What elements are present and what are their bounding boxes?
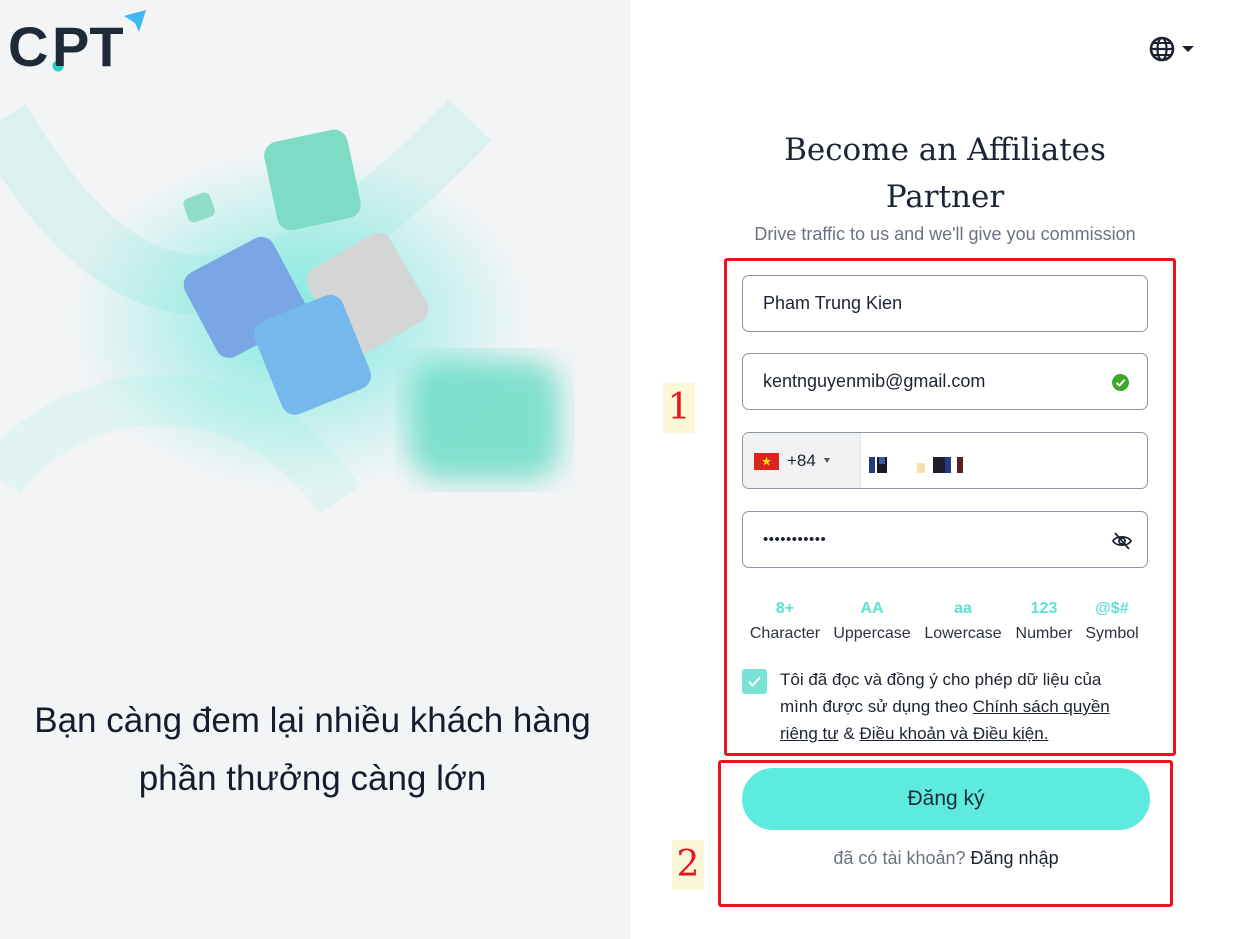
page-title: Become an Affiliates Partner: [784, 132, 1106, 215]
annotation-box-2: [718, 760, 1173, 907]
puzzle-illustration: [0, 60, 630, 540]
annotation-box-1: [724, 258, 1176, 756]
language-selector[interactable]: [1148, 35, 1200, 63]
signup-panel: Become an Affiliates Partner Drive traff…: [630, 0, 1260, 939]
left-panel: C PT Bạn càng đem lại nhiều khách hàng p…: [0, 0, 630, 939]
annotation-marker-1: 1: [663, 383, 695, 433]
slogan: Bạn càng đem lại nhiều khách hàng phần t…: [34, 701, 591, 798]
globe-icon: [1149, 36, 1194, 62]
annotation-marker-2: 2: [672, 840, 704, 890]
page-subtitle: Drive traffic to us and we'll give you c…: [754, 224, 1136, 244]
